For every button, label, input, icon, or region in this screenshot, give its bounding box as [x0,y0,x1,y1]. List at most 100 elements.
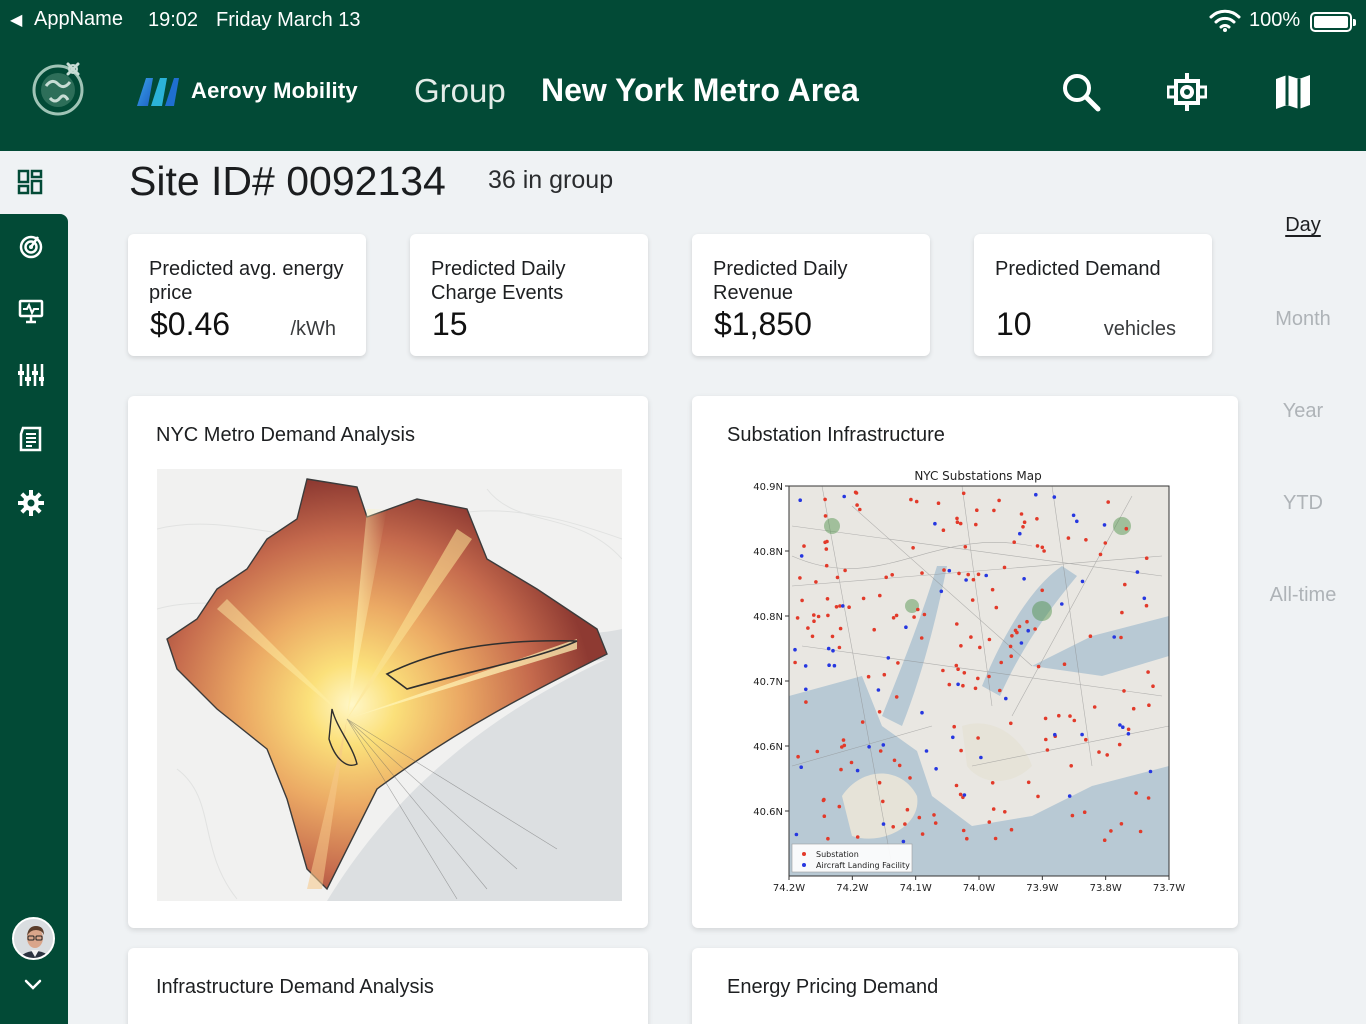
status-date: Friday March 13 [216,9,361,31]
sliders-icon [18,364,44,386]
infrastructure-demand-card[interactable]: Infrastructure Demand Analysis [128,948,648,1024]
substation-card[interactable]: Substation Infrastructure NYC Substation… [692,396,1238,928]
landing-facility-marker [924,749,929,753]
landing-facility-marker [934,767,938,771]
status-app-name[interactable]: AppName [34,8,123,31]
landing-facility-marker [901,839,906,844]
period-tab-all-time[interactable]: All-time [1256,584,1350,607]
substation-marker [837,645,842,650]
substation-marker [858,507,862,512]
gear-icon [18,490,44,516]
app-logo-icon[interactable] [28,58,88,118]
substation-marker [891,616,896,620]
group-name[interactable]: New York Metro Area [541,72,859,109]
substation-marker [1092,705,1097,709]
substation-marker [1021,525,1025,529]
substation-marker [954,783,959,788]
period-tab-year[interactable]: Year [1256,400,1350,423]
y-axis: 40.9N 40.8N 40.8N 40.7N 40.6N 40.6N [753,482,789,818]
substation-marker [1069,764,1073,768]
landing-facility-marker [920,710,924,715]
kpi-value: $1,850 [714,306,812,342]
substation-marker [812,613,816,617]
landing-facility-marker [1080,579,1085,584]
map-button[interactable] [1271,70,1315,114]
nav-dashboard[interactable] [15,167,45,197]
substation-marker [884,575,888,580]
substation-marker [1043,716,1048,721]
landing-facility-marker [1060,602,1064,606]
substation-marker [861,596,866,601]
sidebar-expand-button[interactable] [20,972,46,998]
substation-marker [854,491,859,495]
avatar[interactable] [12,917,55,960]
card-title: Infrastructure Demand Analysis [156,976,434,998]
landing-facility-marker [1126,732,1131,736]
substation-marker [824,547,829,551]
landing-facility-marker [933,521,937,526]
substation-marker [847,605,851,609]
y-tick-label: 40.9N [753,482,783,493]
substation-marker [1146,670,1150,674]
substation-marker [804,700,808,704]
kpi-revenue: Predicted Daily Revenue $1,850 [692,234,930,356]
substation-marker [941,528,946,532]
substation-marker [1033,627,1037,631]
substation-marker [966,572,970,577]
substation-marker [1070,813,1075,818]
substation-marker [1084,538,1088,542]
back-arrow-icon[interactable]: ◀ [10,10,22,30]
substation-marker [1022,520,1027,524]
substation-marker [1062,662,1067,666]
landing-facility-marker [1053,732,1057,737]
nav-sliders[interactable] [16,360,46,390]
landing-facility-marker [1026,628,1030,633]
substation-marker [1109,829,1113,833]
substation-marker [1013,628,1018,633]
substation-marker [922,612,927,617]
landing-facility-marker [886,656,891,660]
nav-monitor[interactable] [16,296,46,326]
kpi-value: 15 [432,306,468,342]
nav-radar[interactable] [16,232,46,262]
substation-marker [963,545,968,549]
kpi-charge-events: Predicted Daily Charge Events 15 [410,234,648,356]
substation-marker [860,720,865,724]
site-target-button[interactable] [1165,70,1209,114]
kpi-unit: vehicles [1103,318,1176,340]
landing-facility-marker [855,768,860,773]
x-tick-label: 74.1W [900,883,932,894]
brand-name: Aerovy Mobility [191,78,358,103]
substation-marker [1147,703,1151,707]
nav-reports[interactable] [16,424,46,454]
x-tick-label: 74.0W [963,883,995,894]
x-axis: 74.2W 74.2W 74.1W 74.0W 73.9W 73.8W 73.7W [773,876,1185,894]
x-tick-label: 73.9W [1026,883,1058,894]
landing-facility-marker [881,743,886,747]
x-tick-label: 73.7W [1153,883,1185,894]
substation-marker [841,738,846,742]
substation-marker [881,799,885,804]
substation-marker [1009,654,1013,658]
substation-marker [917,815,922,820]
demand-analysis-card[interactable]: NYC Metro Demand Analysis [128,396,648,928]
substation-marker [1144,603,1149,608]
substation-marker [971,577,976,582]
substation-marker [795,616,800,620]
period-tab-ytd[interactable]: YTD [1256,492,1350,515]
dashboard-icon [17,169,43,195]
search-button[interactable] [1059,70,1103,114]
substation-marker [1106,500,1110,504]
substation-marker [936,501,941,505]
chevron-down-icon [24,979,42,990]
landing-facility-marker [956,682,960,687]
substation-marker [991,807,996,811]
substation-marker [894,695,899,699]
substation-marker [1138,829,1143,834]
energy-pricing-card[interactable]: Energy Pricing Demand [692,948,1238,1024]
landing-facility-marker [876,688,881,692]
nav-settings[interactable] [16,488,46,518]
period-tab-month[interactable]: Month [1256,308,1350,331]
period-tab-day[interactable]: Day [1256,214,1350,237]
substation-marker [892,758,897,763]
